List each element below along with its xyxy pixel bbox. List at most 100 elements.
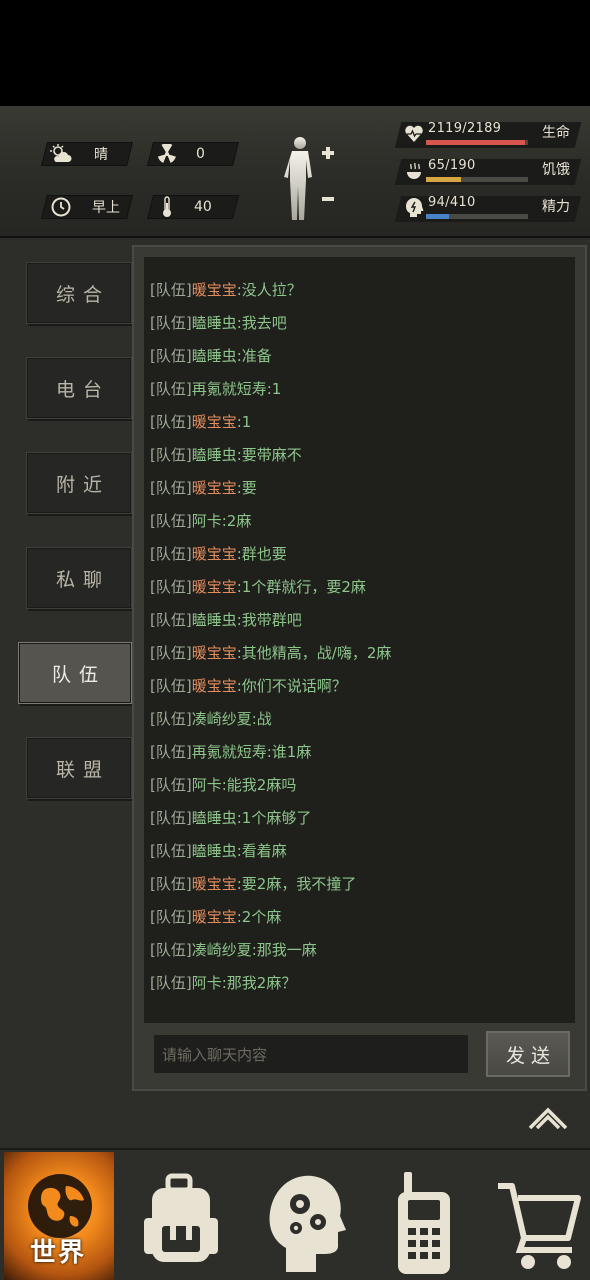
message-text: :我带群吧 <box>236 611 302 629</box>
food-icon <box>404 161 424 181</box>
nav-world-label: 世界 <box>30 1238 87 1268</box>
tab-alliance[interactable]: 联盟 <box>26 737 132 799</box>
nav-inventory[interactable] <box>128 1152 238 1280</box>
message-channel-tag: [队伍] <box>150 545 192 563</box>
tab-private[interactable]: 私聊 <box>26 547 132 609</box>
message-channel-tag: [队伍] <box>150 974 192 992</box>
chat-message: [队伍]阿卡:2麻 <box>150 510 251 531</box>
message-sender[interactable]: 暖宝宝 <box>192 413 237 431</box>
chat-message: [队伍]瞌睡虫:我带群吧 <box>150 609 302 630</box>
hunger-bar <box>426 177 528 182</box>
message-sender[interactable]: 暖宝宝 <box>192 281 237 299</box>
message-sender[interactable]: 暖宝宝 <box>192 479 237 497</box>
health-label: 生命 <box>542 125 570 141</box>
chat-message: [队伍]暖宝宝:你们不说话啊？ <box>150 675 347 696</box>
message-text: :1个麻够了 <box>236 809 312 827</box>
chat-message: [队伍]瞌睡虫:看着麻 <box>150 840 287 861</box>
message-channel-tag: [队伍] <box>150 413 192 431</box>
message-channel-tag: [队伍] <box>150 512 192 530</box>
clock-icon <box>50 196 72 218</box>
chat-message: [队伍]暖宝宝:要 <box>150 477 257 498</box>
message-sender[interactable]: 阿卡 <box>192 776 222 794</box>
message-sender[interactable]: 暖宝宝 <box>192 875 237 893</box>
message-sender[interactable]: 暖宝宝 <box>192 545 237 563</box>
send-button[interactable]: 发送 <box>486 1031 570 1077</box>
time-indicator: 早上 <box>50 195 120 219</box>
message-text: :准备 <box>236 347 272 365</box>
tab-general[interactable]: 综合 <box>26 262 132 324</box>
message-channel-tag: [队伍] <box>150 446 192 464</box>
message-sender[interactable]: 阿卡 <box>192 512 222 530</box>
message-channel-tag: [队伍] <box>150 644 192 662</box>
message-sender[interactable]: 瞌睡虫 <box>192 314 237 332</box>
message-sender[interactable]: 瞌睡虫 <box>192 611 237 629</box>
radiation-value: 0 <box>196 146 205 162</box>
temperature-value: 40 <box>194 199 212 215</box>
body-figure-icon <box>284 137 334 220</box>
health-bar <box>426 140 528 145</box>
nav-shop[interactable] <box>490 1152 590 1280</box>
chat-message: [队伍]暖宝宝:没人拉？ <box>150 279 302 300</box>
message-text: :其他精高，战/嗨，2麻 <box>236 644 392 662</box>
chat-message: [队伍]暖宝宝:1个群就行，要2麻 <box>150 576 366 597</box>
head-icon <box>404 198 424 218</box>
message-channel-tag: [队伍] <box>150 578 192 596</box>
message-sender[interactable]: 瞌睡虫 <box>192 842 237 860</box>
chat-message: [队伍]暖宝宝:群也要 <box>150 543 287 564</box>
message-sender[interactable]: 再氪就短寿 <box>192 380 267 398</box>
message-sender[interactable]: 凑崎纱夏 <box>192 941 252 959</box>
chat-input[interactable]: 请输入聊天内容 <box>152 1033 470 1075</box>
radiation-indicator: 0 <box>156 142 205 166</box>
heart-icon <box>404 124 424 144</box>
message-channel-tag: [队伍] <box>150 710 192 728</box>
message-sender[interactable]: 凑崎纱夏 <box>192 710 252 728</box>
energy-bar <box>426 214 528 219</box>
tab-nearby[interactable]: 附近 <box>26 452 132 514</box>
weather-label: 晴 <box>94 147 108 163</box>
message-sender[interactable]: 暖宝宝 <box>192 644 237 662</box>
nav-radio[interactable] <box>382 1152 492 1280</box>
message-sender[interactable]: 阿卡 <box>192 974 222 992</box>
health-value: 2119/2189 <box>428 121 502 136</box>
message-sender[interactable]: 暖宝宝 <box>192 578 237 596</box>
hunger-value: 65/190 <box>428 158 476 173</box>
backpack-icon <box>144 1173 218 1262</box>
chat-message: [队伍]暖宝宝:其他精高，战/嗨，2麻 <box>150 642 391 663</box>
message-sender[interactable]: 瞌睡虫 <box>192 446 237 464</box>
message-channel-tag: [队伍] <box>150 380 192 398</box>
health-stat: 2119/2189 生命 <box>394 121 582 148</box>
message-sender[interactable]: 瞌睡虫 <box>192 347 237 365</box>
brain-gear-icon <box>269 1175 346 1272</box>
nav-skills[interactable] <box>262 1152 372 1280</box>
message-channel-tag: [队伍] <box>150 479 192 497</box>
message-sender[interactable]: 再氪就短寿 <box>192 743 267 761</box>
tab-team[interactable]: 队伍 <box>18 642 132 704</box>
message-channel-tag: [队伍] <box>150 314 192 332</box>
message-text: :那我2麻？ <box>221 974 297 992</box>
top-black-bar <box>0 0 590 106</box>
message-text: :要带麻不 <box>236 446 302 464</box>
collapse-up-icon[interactable] <box>527 1102 569 1132</box>
message-channel-tag: [队伍] <box>150 941 192 959</box>
hunger-label: 饥饿 <box>542 162 570 178</box>
message-sender[interactable]: 暖宝宝 <box>192 908 237 926</box>
chat-message: [队伍]凑崎纱夏:那我一麻 <box>150 939 317 960</box>
tab-radio[interactable]: 电台 <box>26 357 132 419</box>
message-sender[interactable]: 瞌睡虫 <box>192 809 237 827</box>
message-text: :1 <box>266 380 282 398</box>
chat-message: [队伍]瞌睡虫:要带麻不 <box>150 444 302 465</box>
message-sender[interactable]: 暖宝宝 <box>192 677 237 695</box>
message-channel-tag: [队伍] <box>150 743 192 761</box>
weather-indicator: 晴 <box>50 142 108 166</box>
thermometer-icon <box>156 196 178 218</box>
chat-panel <box>132 245 587 1091</box>
cloud-sun-icon <box>50 143 72 165</box>
nav-world[interactable]: 世界 <box>4 1152 114 1280</box>
message-channel-tag: [队伍] <box>150 347 192 365</box>
message-text: :你们不说话啊？ <box>236 677 347 695</box>
chat-message: [队伍]再氪就短寿:1 <box>150 378 281 399</box>
message-channel-tag: [队伍] <box>150 875 192 893</box>
message-channel-tag: [队伍] <box>150 809 192 827</box>
message-text: :没人拉？ <box>236 281 302 299</box>
body-status-figure[interactable] <box>282 135 342 225</box>
